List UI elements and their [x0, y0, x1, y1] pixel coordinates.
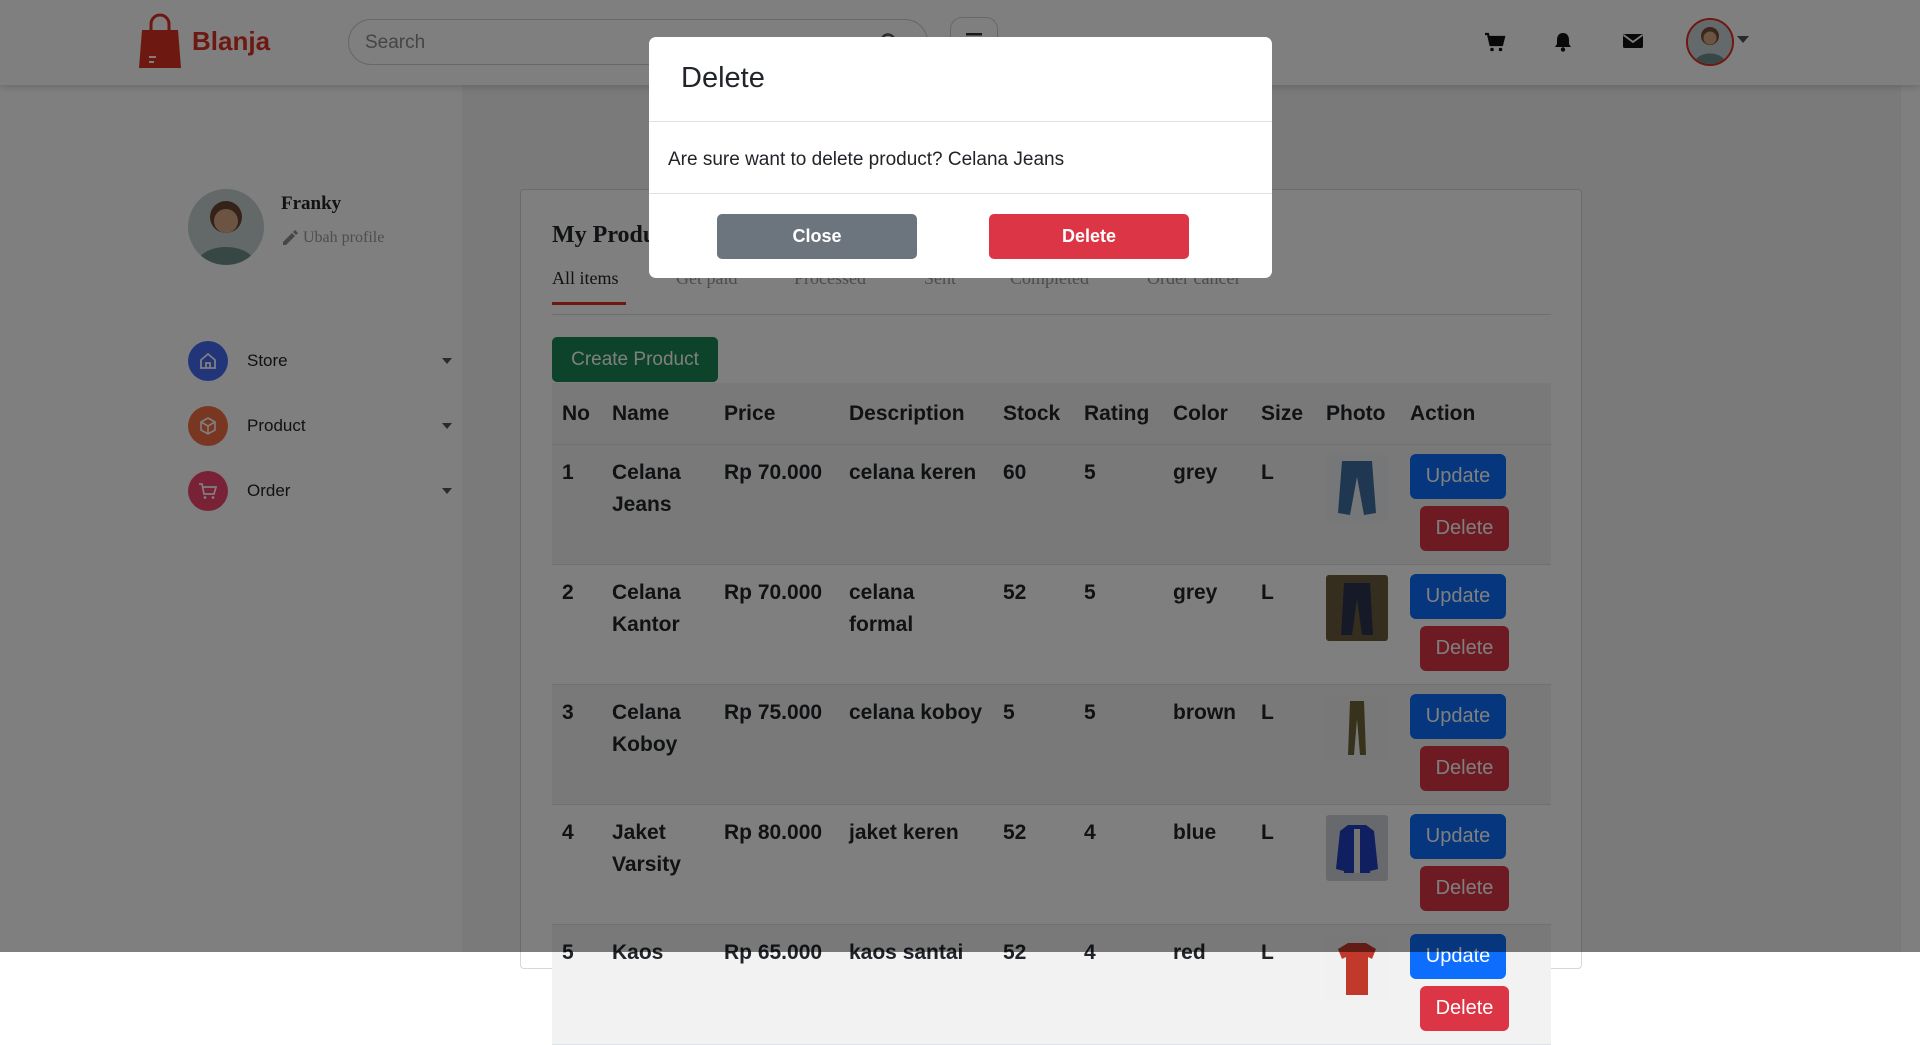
modal-message: Are sure want to delete product? Celana … — [668, 149, 1065, 170]
modal-divider — [649, 121, 1272, 122]
delete-confirm-modal: Delete Are sure want to delete product? … — [649, 37, 1272, 278]
confirm-delete-button[interactable]: Delete — [989, 214, 1189, 259]
delete-button[interactable]: Delete — [1420, 986, 1509, 1031]
modal-divider — [649, 193, 1272, 194]
modal-title: Delete — [681, 62, 765, 94]
close-button[interactable]: Close — [717, 214, 917, 259]
